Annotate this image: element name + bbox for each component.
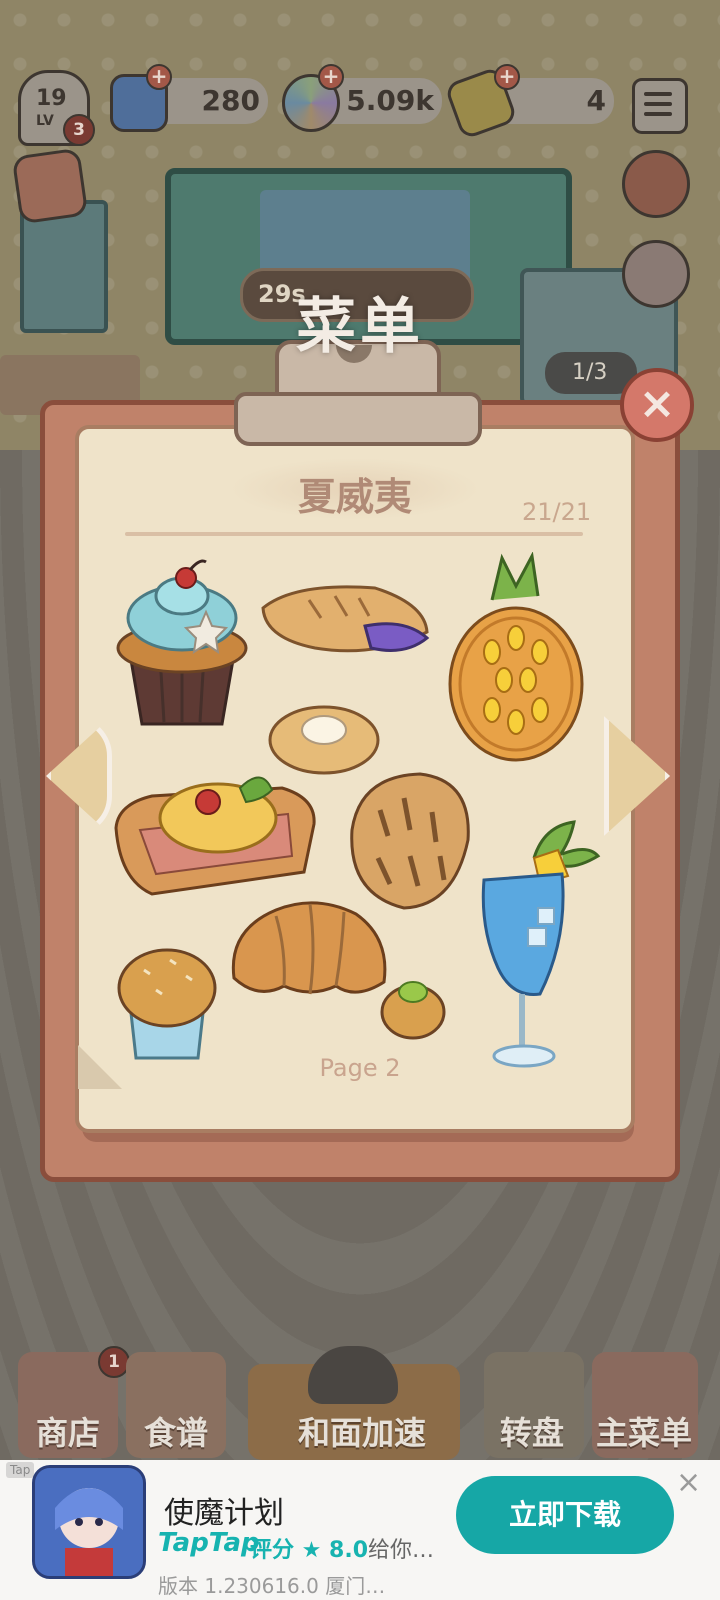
toast-egg-icon[interactable] xyxy=(112,764,320,900)
blue-cocktail-icon[interactable] xyxy=(478,818,602,1080)
level-label: LV xyxy=(36,113,54,129)
hamburger-menu-button[interactable] xyxy=(632,78,688,134)
level-number: 19 xyxy=(36,86,67,111)
calendar-checkin-icon[interactable] xyxy=(11,147,89,225)
title-divider xyxy=(125,532,583,536)
taptap-logo: TapTap xyxy=(158,1528,260,1558)
wheel-label: 转盘 xyxy=(500,1414,565,1452)
ad-close-icon[interactable]: × xyxy=(676,1465,701,1500)
recipes-label: 食谱 xyxy=(144,1414,209,1452)
ad-tag: Tap xyxy=(6,1462,35,1478)
rainbow-jar-icon[interactable] xyxy=(622,150,690,218)
collection-progress: 21/21 xyxy=(522,498,592,526)
add-coins-icon[interactable]: + xyxy=(318,64,344,90)
ad-rating: 评分 ★ 8.0 xyxy=(250,1538,369,1563)
ad-description: 给你… xyxy=(368,1538,435,1563)
menu-line-icon xyxy=(644,102,672,106)
shop-label: 商店 xyxy=(36,1414,101,1452)
ad-version: 版本 1.230616.0 厦门… xyxy=(158,1574,386,1598)
add-tickets-icon[interactable]: + xyxy=(494,64,520,90)
tickets-value: 4 xyxy=(586,84,606,117)
level-badge: 3 xyxy=(63,114,95,146)
clipboard-clip-base xyxy=(234,392,482,446)
choux-puff-icon[interactable] xyxy=(378,972,448,1040)
dialog-title: 菜单 xyxy=(296,292,424,362)
add-gems-icon[interactable]: + xyxy=(146,64,172,90)
close-button[interactable]: × xyxy=(620,368,694,442)
menu-line-icon xyxy=(644,92,672,96)
section-title: 夏威夷 xyxy=(297,475,412,519)
pineapple-bread-icon[interactable] xyxy=(444,552,588,764)
coins-value: 5.09k xyxy=(346,84,434,117)
muffin-icon[interactable] xyxy=(114,946,220,1062)
pastry-roll-icon[interactable] xyxy=(255,578,435,662)
knead-speed-label: 和面加速 xyxy=(298,1414,427,1452)
game-app-icon[interactable] xyxy=(32,1465,146,1579)
main-menu-label: 主菜单 xyxy=(596,1414,693,1452)
gems-value: 280 xyxy=(201,84,260,117)
croissant-icon[interactable] xyxy=(226,890,390,1014)
cupcake-icon[interactable] xyxy=(110,556,254,732)
ad-app-title: 使魔计划 xyxy=(164,1496,284,1531)
menu-line-icon xyxy=(644,112,672,116)
page-label: Page 2 xyxy=(319,1054,401,1082)
download-now-button[interactable]: 立即下载 xyxy=(456,1476,674,1554)
